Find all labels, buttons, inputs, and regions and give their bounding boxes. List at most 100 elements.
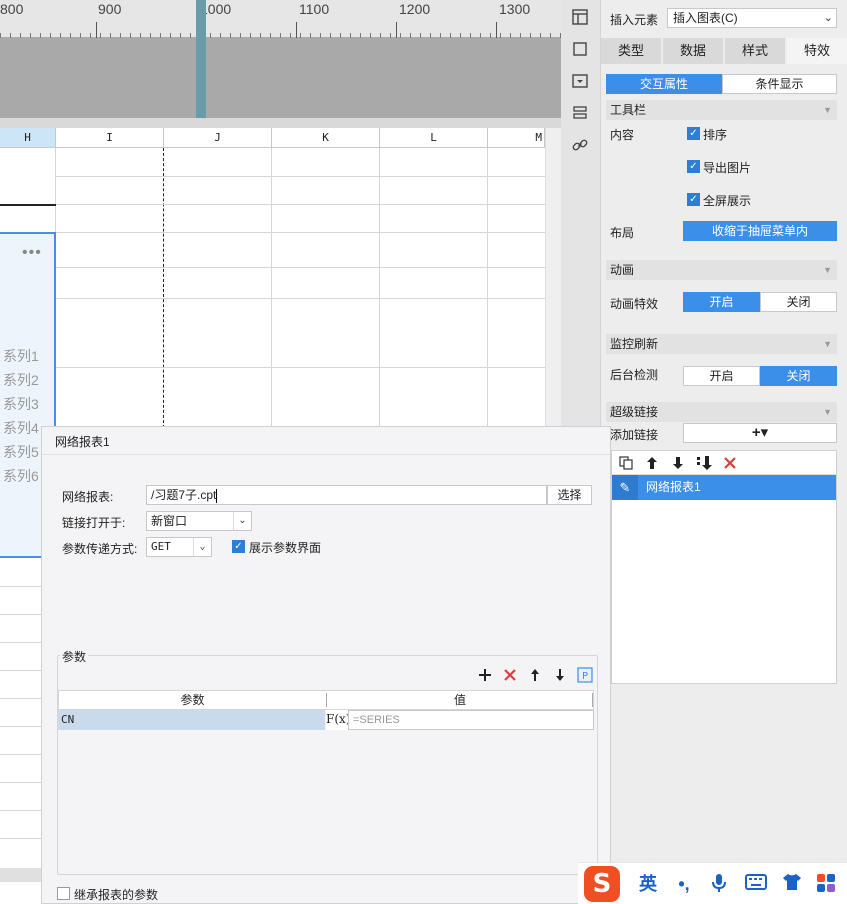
copy-icon[interactable] [618, 455, 634, 471]
grid-line [0, 586, 41, 587]
add-param-icon[interactable] [477, 667, 493, 683]
select-button[interactable]: 选择 [547, 485, 592, 505]
ruler-major-tick [296, 22, 297, 38]
tab-effects[interactable]: 特效 [787, 38, 847, 64]
layer-list-icon[interactable] [571, 104, 589, 122]
parameter-p-icon[interactable]: P [577, 667, 593, 683]
add-link-button[interactable]: +▾ [683, 423, 837, 443]
open-in-value: 新窗口 [151, 514, 188, 528]
export-image-label: 导出图片 [703, 161, 752, 175]
inherit-params-label: 继承报表的参数 [74, 888, 159, 902]
punctuation-icon[interactable]: •, [672, 873, 696, 895]
move-param-down-icon[interactable] [552, 667, 568, 683]
move-up-icon[interactable] [644, 455, 660, 471]
edit-pencil-icon[interactable]: ✎ [612, 475, 638, 500]
dialog-title: 网络报表1 [55, 435, 110, 449]
horizontal-ruler: 800 900 1000 1100 1200 1300 [0, 0, 561, 38]
cell-border-bold [0, 204, 56, 206]
animation-on-button[interactable]: 开启 [683, 292, 760, 312]
export-image-checkbox[interactable]: ✓ [687, 160, 700, 173]
grid-line [0, 614, 41, 615]
subtab-interaction[interactable]: 交互属性 [606, 74, 722, 94]
open-in-select[interactable]: 新窗口 ⌄ [146, 511, 252, 531]
tab-data[interactable]: 数据 [663, 38, 723, 64]
params-table-header: 参数 值 [58, 690, 594, 710]
property-tabs: 类型 数据 样式 特效 [601, 38, 847, 64]
more-options-icon[interactable]: ••• [22, 244, 42, 262]
delete-icon[interactable] [722, 455, 738, 471]
chart-properties-icon[interactable] [571, 8, 589, 26]
page-boundary-marker[interactable] [196, 0, 206, 118]
grid-line [0, 782, 41, 783]
grid-line [56, 367, 545, 368]
dropdown-widget-icon[interactable] [571, 72, 589, 90]
hyperlink-toolbar [612, 451, 836, 475]
report-path-input[interactable]: /习题7子.cpt [146, 485, 547, 505]
column-header-k[interactable]: K [272, 128, 380, 148]
animation-off-button[interactable]: 关闭 [760, 292, 837, 312]
tab-style[interactable]: 样式 [725, 38, 785, 64]
toolbox-grid-icon[interactable] [814, 873, 838, 898]
column-header-h[interactable]: H [0, 128, 56, 148]
formula-fx-icon[interactable]: F(x) [326, 710, 350, 730]
param-name-cell[interactable]: CN [58, 710, 325, 730]
param-method-value: GET [151, 540, 171, 553]
monitor-off-button[interactable]: 关闭 [760, 366, 837, 386]
grid-line [56, 267, 545, 268]
fullscreen-checkbox[interactable]: ✓ [687, 193, 700, 206]
monitor-section-header[interactable]: 监控刷新 ▼ [606, 334, 837, 354]
animation-section-header[interactable]: 动画 ▼ [606, 260, 837, 280]
param-method-select[interactable]: GET ⌄ [146, 537, 212, 557]
monitor-on-button[interactable]: 开启 [683, 366, 760, 386]
inherit-params-checkbox[interactable] [57, 887, 70, 900]
microphone-icon[interactable] [707, 873, 731, 898]
sort-order-icon[interactable] [696, 455, 712, 471]
hyperlink-list-item[interactable]: ✎ 网络报表1 [612, 475, 836, 500]
move-down-icon[interactable] [670, 455, 686, 471]
insert-element-select[interactable]: 插入图表(C) ⌄ [667, 8, 837, 28]
vertical-scrollbar[interactable] [545, 128, 561, 428]
hyperlink-icon[interactable] [571, 136, 589, 154]
panel-icon-strip [561, 0, 601, 430]
text-caret [216, 488, 218, 503]
column-header-l[interactable]: L [380, 128, 488, 148]
column-header-m[interactable]: M [488, 128, 545, 148]
subtab-condition-display[interactable]: 条件显示 [722, 74, 837, 94]
grid-line [0, 642, 41, 643]
collapse-caret-icon: ▼ [823, 265, 832, 275]
insert-element-value: 插入图表(C) [673, 11, 738, 25]
sort-checkbox[interactable]: ✓ [687, 127, 700, 140]
ruler-major-tick [396, 22, 397, 38]
toolbar-section-header[interactable]: 工具栏 ▼ [606, 100, 837, 120]
collapse-caret-icon: ▼ [823, 105, 832, 115]
chevron-down-icon: ⌄ [823, 12, 833, 24]
layout-drawer-button[interactable]: 收缩于抽屉菜单内 [683, 221, 837, 241]
keyboard-icon[interactable] [744, 873, 768, 896]
title-divider [42, 454, 610, 455]
sogou-logo-icon[interactable]: S [584, 866, 620, 902]
section-title: 监控刷新 [610, 337, 659, 351]
legend-item: 系列3 [3, 396, 39, 412]
legend-item: 系列1 [3, 348, 39, 364]
delete-param-icon[interactable] [502, 667, 518, 683]
move-param-up-icon[interactable] [527, 667, 543, 683]
hyperlink-section-header[interactable]: 超级链接 ▼ [606, 402, 837, 422]
grid-line [0, 698, 41, 699]
skin-shirt-icon[interactable] [780, 873, 804, 896]
column-header-j[interactable]: J [164, 128, 272, 148]
ime-toolbar: S 英 •, [578, 862, 847, 904]
param-value-input[interactable]: =SERIES [348, 710, 594, 730]
tab-type[interactable]: 类型 [601, 38, 661, 64]
ime-language-mode[interactable]: 英 [636, 873, 660, 895]
ruler-label: 1300 [499, 1, 531, 17]
table-row[interactable]: CN F(x) =SERIES [58, 710, 594, 730]
column-header-i[interactable]: I [56, 128, 164, 148]
sheet-gap [0, 118, 561, 128]
widget-frame-icon[interactable] [571, 40, 589, 58]
lower-grid-rows [0, 560, 41, 880]
horizontal-scrollbar[interactable] [0, 868, 41, 882]
chevron-down-icon: ⌄ [233, 512, 251, 530]
page-margin-area [0, 0, 561, 118]
show-param-ui-checkbox[interactable]: ✓ [232, 540, 245, 553]
ruler-label: 900 [98, 1, 122, 17]
